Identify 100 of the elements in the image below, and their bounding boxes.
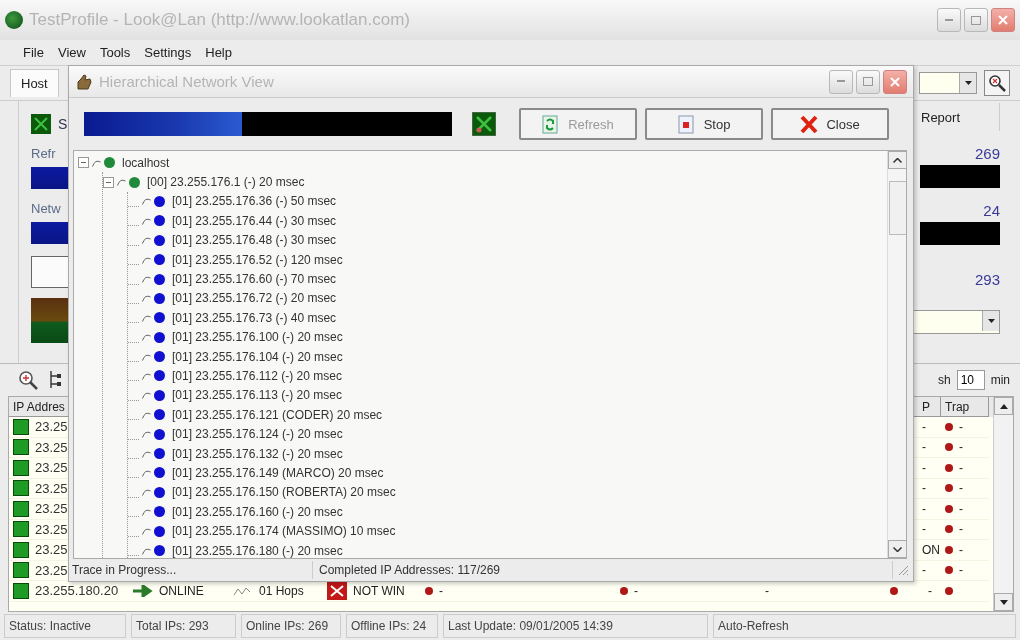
- trap-icon: [945, 525, 953, 534]
- trap-icon: [945, 504, 953, 513]
- menu-item[interactable]: Settings: [137, 45, 199, 60]
- table-cell: 23.255.180.20: [35, 583, 119, 599]
- tree-item[interactable]: [01] 23.255.176.60 (-) 70 msec: [172, 272, 337, 287]
- tree-item[interactable]: [01] 23.255.176.180 (-) 20 msec: [172, 543, 343, 558]
- network-icon: [472, 112, 496, 136]
- trap-icon: [945, 443, 953, 452]
- link-icon: [142, 294, 151, 303]
- signal-icon: [233, 585, 253, 596]
- link-icon: [142, 372, 151, 380]
- trap-icon: [945, 484, 953, 493]
- table-cell: -: [959, 563, 963, 578]
- search-button[interactable]: [984, 70, 1010, 96]
- table-cell: 23.25: [35, 480, 68, 496]
- maximize-button[interactable]: [856, 69, 880, 94]
- tree-item[interactable]: [01] 23.255.176.112 (-) 20 msec: [172, 369, 342, 383]
- zoom-icon[interactable]: [18, 370, 38, 390]
- up-icon: [999, 403, 1008, 409]
- table-cell: -: [634, 583, 638, 598]
- tree-item[interactable]: [01] 23.255.176.160 (-) 20 msec: [172, 504, 343, 519]
- tree-item[interactable]: [01] 23.255.176.174 (MASSIMO) 10 msec: [172, 524, 396, 539]
- menu-item[interactable]: View: [50, 45, 93, 60]
- table-cell: -: [922, 522, 926, 537]
- tree-item[interactable]: [00] 23.255.176.1 (-) 20 msec: [147, 175, 305, 190]
- link-icon: [142, 449, 151, 458]
- minimize-button[interactable]: [829, 69, 853, 94]
- tree-item[interactable]: localhost: [122, 155, 170, 170]
- table-cell: -: [922, 501, 926, 516]
- dropdown-icon: [987, 319, 995, 323]
- tree-item[interactable]: [01] 23.255.176.36 (-) 50 msec: [172, 194, 337, 209]
- link-icon: [142, 313, 151, 322]
- close-button[interactable]: [883, 69, 907, 94]
- scroll-down-button[interactable]: [888, 540, 906, 558]
- scroll-down-button[interactable]: [994, 593, 1013, 611]
- table-cell: NOT WIN: [353, 583, 405, 598]
- refresh-label: sh: [937, 373, 951, 387]
- link-icon: [142, 255, 151, 264]
- down-icon: [893, 546, 902, 552]
- table-cell: -: [928, 583, 932, 598]
- table-cell: -: [959, 481, 963, 496]
- tree-item[interactable]: [01] 23.255.176.48 (-) 30 msec: [172, 233, 337, 248]
- tree-item[interactable]: [01] 23.255.176.104 (-) 20 msec: [172, 349, 343, 364]
- stop-icon: [677, 114, 696, 134]
- host-tab[interactable]: Host: [10, 69, 59, 97]
- link-icon: [142, 197, 151, 206]
- tree-item[interactable]: [01] 23.255.176.124 (-) 20 msec: [172, 427, 343, 442]
- menu-item[interactable]: File: [16, 45, 51, 60]
- scroll-up-button[interactable]: [994, 397, 1013, 415]
- table-cell: 23.25: [35, 419, 68, 435]
- minimize-icon: [837, 80, 845, 83]
- link-icon: [142, 430, 151, 439]
- table-cell: 23.25: [35, 562, 68, 578]
- tree-item[interactable]: [01] 23.255.176.132 (-) 20 msec: [172, 446, 343, 461]
- tree-item[interactable]: [01] 23.255.176.52 (-) 120 msec: [172, 252, 343, 267]
- indicator-icon: [620, 586, 628, 595]
- table-cell: -: [922, 440, 926, 455]
- trap-icon: [945, 463, 953, 472]
- table-cell: -: [959, 522, 963, 537]
- link-icon: [142, 236, 151, 245]
- table-cell: -: [765, 583, 769, 598]
- status-text: Trace in Progress...: [69, 561, 313, 579]
- menu-item[interactable]: Help: [198, 45, 239, 60]
- trap-icon: [945, 586, 953, 595]
- scroll-thumb[interactable]: [889, 181, 906, 235]
- close-button[interactable]: [991, 8, 1015, 32]
- tree-item[interactable]: [01] 23.255.176.149 (MARCO) 20 msec: [172, 465, 384, 480]
- link-icon: [142, 410, 151, 419]
- trap-icon: [945, 545, 953, 554]
- tree-item[interactable]: [01] 23.255.176.150 (ROBERTA) 20 msec: [172, 485, 396, 500]
- status-icon: [13, 562, 29, 579]
- stop-button[interactable]: Stop: [645, 108, 763, 140]
- table-cell: -: [439, 583, 443, 598]
- tree-item[interactable]: [01] 23.255.176.44 (-) 30 msec: [172, 213, 337, 228]
- tree-item[interactable]: [01] 23.255.176.73 (-) 40 msec: [172, 310, 337, 325]
- maximize-button[interactable]: [964, 8, 988, 32]
- close-button[interactable]: Close: [771, 108, 889, 140]
- dialog-title: Hierarchical Network View: [99, 73, 274, 90]
- tree-item[interactable]: [01] 23.255.176.113 (-) 20 msec: [172, 388, 342, 403]
- table-cell: 23.25: [35, 501, 68, 517]
- tree-item[interactable]: [01] 23.255.176.100 (-) 20 msec: [172, 330, 343, 345]
- field-label: Netw: [31, 201, 62, 216]
- unit-label: min: [990, 373, 1010, 387]
- column-header[interactable]: Trap: [941, 397, 989, 417]
- menu-item[interactable]: Tools: [92, 45, 138, 60]
- collapse-toggle[interactable]: [78, 157, 89, 169]
- link-icon: [142, 546, 151, 555]
- minimize-button[interactable]: [937, 8, 961, 32]
- link-icon: [142, 468, 151, 477]
- status-text: Last Update: 09/01/2005 14:39: [443, 614, 708, 638]
- tree-item[interactable]: [01] 23.255.176.121 (CODER) 20 msec: [172, 407, 383, 422]
- interval-field[interactable]: 10: [956, 370, 985, 390]
- collapse-toggle[interactable]: [103, 176, 114, 188]
- scroll-up-button[interactable]: [888, 151, 906, 169]
- table-cell: 23.25: [35, 521, 68, 537]
- trap-icon: [945, 422, 953, 431]
- link-icon: [142, 333, 151, 342]
- tree-item[interactable]: [01] 23.255.176.72 (-) 20 msec: [172, 291, 337, 306]
- host-combo[interactable]: [919, 72, 977, 94]
- tree-icon[interactable]: [48, 370, 62, 390]
